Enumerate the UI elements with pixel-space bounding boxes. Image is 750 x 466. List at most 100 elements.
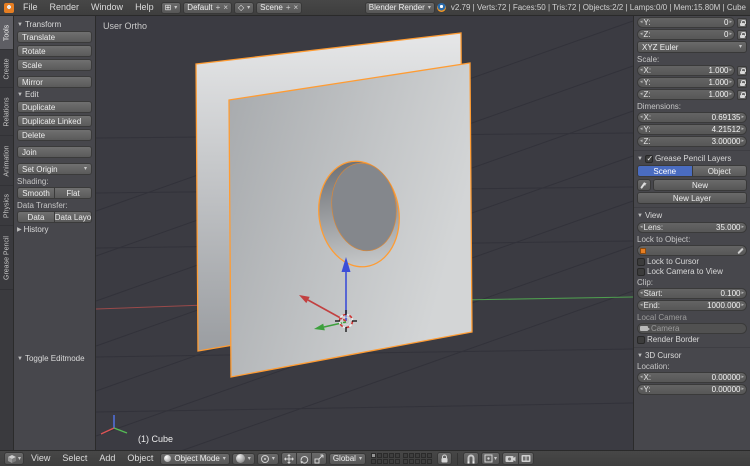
gp-tab-scene[interactable]: Scene xyxy=(637,165,693,177)
increment-icon[interactable]: ▸ xyxy=(729,68,732,73)
lock-icon[interactable] xyxy=(737,30,747,40)
dimension-z-field[interactable]: ◂ Z: 3.00000 ▸ xyxy=(637,136,747,147)
tab-relations[interactable]: Relations xyxy=(0,88,13,136)
increment-icon[interactable]: ▸ xyxy=(729,20,732,25)
lock-icon[interactable] xyxy=(737,90,747,100)
decrement-icon[interactable]: ◂ xyxy=(640,387,643,392)
toggle-editmode-panel-header[interactable]: ▼ Toggle Editmode xyxy=(17,354,93,363)
lens-field[interactable]: ◂ Lens: 35.000 ▸ xyxy=(637,222,747,233)
rotation-z-field[interactable]: ◂ Z: 0 ▸ xyxy=(637,29,735,40)
render-border-checkbox[interactable] xyxy=(637,336,645,344)
menu-view[interactable]: View xyxy=(26,451,55,466)
scale-button[interactable]: Scale xyxy=(17,59,92,71)
set-origin-menu[interactable]: Set Origin ▾ xyxy=(17,163,92,175)
mode-dropdown[interactable]: Object Mode ▾ xyxy=(160,453,229,465)
menu-render[interactable]: Render xyxy=(45,0,85,15)
grease-pencil-panel-header[interactable]: ▼ Grease Pencil Layers xyxy=(637,154,747,163)
gp-new-button[interactable]: New xyxy=(653,179,747,191)
lock-to-cursor-checkbox[interactable] xyxy=(637,258,645,266)
dimension-y-field[interactable]: ◂ Y: 4.21512 ▸ xyxy=(637,124,747,135)
mirror-button[interactable]: Mirror xyxy=(17,76,92,88)
lock-to-object-field[interactable] xyxy=(637,245,747,256)
decrement-icon[interactable]: ◂ xyxy=(640,68,643,73)
viewport-canvas[interactable] xyxy=(96,16,633,450)
scene-browse-button[interactable]: ◇▾ xyxy=(234,2,254,14)
gp-brush-button[interactable]: ▾ xyxy=(637,179,651,191)
screen-layout-selector[interactable]: Default + × xyxy=(183,2,232,14)
decrement-icon[interactable]: ◂ xyxy=(640,291,643,296)
lock-icon[interactable] xyxy=(737,78,747,88)
menu-window[interactable]: Window xyxy=(86,0,128,15)
menu-help[interactable]: Help xyxy=(130,0,159,15)
dimension-x-field[interactable]: ◂ X: 0.69135 ▸ xyxy=(637,112,747,123)
history-panel-header[interactable]: ▶ History xyxy=(17,225,92,234)
grease-pencil-checkbox[interactable] xyxy=(645,155,653,163)
increment-icon[interactable]: ▸ xyxy=(729,92,732,97)
lock-icon[interactable] xyxy=(737,66,747,76)
decrement-icon[interactable]: ◂ xyxy=(640,303,643,308)
render-engine-selector[interactable]: Blender Render ▾ xyxy=(365,2,435,14)
snap-element-dropdown[interactable]: ▾ xyxy=(481,452,500,465)
decrement-icon[interactable]: ◂ xyxy=(640,80,643,85)
decrement-icon[interactable]: ◂ xyxy=(640,20,643,25)
scene-lock-button[interactable] xyxy=(437,452,452,465)
increment-icon[interactable]: ▸ xyxy=(741,225,744,230)
lock-to-cursor-row[interactable]: Lock to Cursor xyxy=(637,257,747,266)
snap-toggle-button[interactable] xyxy=(463,452,479,465)
increment-icon[interactable]: ▸ xyxy=(741,291,744,296)
increment-icon[interactable]: ▸ xyxy=(729,32,732,37)
add-layout-icon[interactable]: + xyxy=(216,3,221,12)
editor-type-icon[interactable] xyxy=(4,3,14,13)
tab-create[interactable]: Create xyxy=(0,50,13,88)
cursor-panel-header[interactable]: ▼ 3D Cursor xyxy=(637,351,747,360)
decrement-icon[interactable]: ◂ xyxy=(640,225,643,230)
cursor-y-field[interactable]: ◂ Y: 0.00000 ▸ xyxy=(637,384,747,395)
decrement-icon[interactable]: ◂ xyxy=(640,92,643,97)
increment-icon[interactable]: ▸ xyxy=(741,115,744,120)
translate-manipulator-button[interactable] xyxy=(281,452,297,465)
view-panel-header[interactable]: ▼ View xyxy=(637,211,747,220)
menu-select[interactable]: Select xyxy=(57,451,92,466)
tab-animation[interactable]: Animation xyxy=(0,136,13,186)
data-transfer-data-button[interactable]: Data xyxy=(17,211,54,223)
screen-layout-browse-button[interactable]: ⊞▾ xyxy=(161,2,182,14)
decrement-icon[interactable]: ◂ xyxy=(640,115,643,120)
rotate-manipulator-button[interactable] xyxy=(297,452,312,465)
increment-icon[interactable]: ▸ xyxy=(741,139,744,144)
opengl-render-button[interactable] xyxy=(502,452,519,465)
cursor-x-field[interactable]: ◂ X: 0.00000 ▸ xyxy=(637,372,747,383)
increment-icon[interactable]: ▸ xyxy=(741,303,744,308)
clip-end-field[interactable]: ◂ End: 1000.000 ▸ xyxy=(637,300,747,311)
scale-manipulator-button[interactable] xyxy=(312,452,327,465)
close-layout-icon[interactable]: × xyxy=(223,3,228,12)
gp-new-layer-button[interactable]: New Layer xyxy=(637,192,747,204)
clip-start-field[interactable]: ◂ Start: 0.100 ▸ xyxy=(637,288,747,299)
translate-button[interactable]: Translate xyxy=(17,31,92,43)
lock-icon[interactable] xyxy=(737,18,747,28)
join-button[interactable]: Join xyxy=(17,146,92,158)
increment-icon[interactable]: ▸ xyxy=(741,127,744,132)
data-transfer-layout-button[interactable]: Data Layo xyxy=(54,211,92,223)
lock-camera-row[interactable]: Lock Camera to View xyxy=(637,267,747,276)
delete-button[interactable]: Delete xyxy=(17,129,92,141)
layers-widget[interactable] xyxy=(371,453,432,464)
rotation-mode-dropdown[interactable]: XYZ Euler ▾ xyxy=(637,41,747,53)
shade-flat-button[interactable]: Flat xyxy=(54,187,92,199)
viewport-shading-dropdown[interactable]: ▾ xyxy=(232,453,255,465)
menu-object[interactable]: Object xyxy=(122,451,158,466)
decrement-icon[interactable]: ◂ xyxy=(640,32,643,37)
editor-type-button[interactable]: ▾ xyxy=(4,452,24,465)
decrement-icon[interactable]: ◂ xyxy=(640,375,643,380)
add-scene-icon[interactable]: + xyxy=(286,3,291,12)
scene-selector[interactable]: Scene + × xyxy=(256,2,302,14)
transform-panel-header[interactable]: ▼ Transform xyxy=(17,20,92,29)
tab-grease-pencil[interactable]: Grease Pencil xyxy=(0,226,13,290)
render-border-row[interactable]: Render Border xyxy=(637,335,747,344)
layers-group-2[interactable] xyxy=(403,453,432,464)
gp-tab-object[interactable]: Object xyxy=(693,165,748,177)
shade-smooth-button[interactable]: Smooth xyxy=(17,187,54,199)
increment-icon[interactable]: ▸ xyxy=(729,80,732,85)
scale-x-field[interactable]: ◂ X: 1.000 ▸ xyxy=(637,65,735,76)
menu-file[interactable]: File xyxy=(18,0,43,15)
scale-y-field[interactable]: ◂ Y: 1.000 ▸ xyxy=(637,77,735,88)
